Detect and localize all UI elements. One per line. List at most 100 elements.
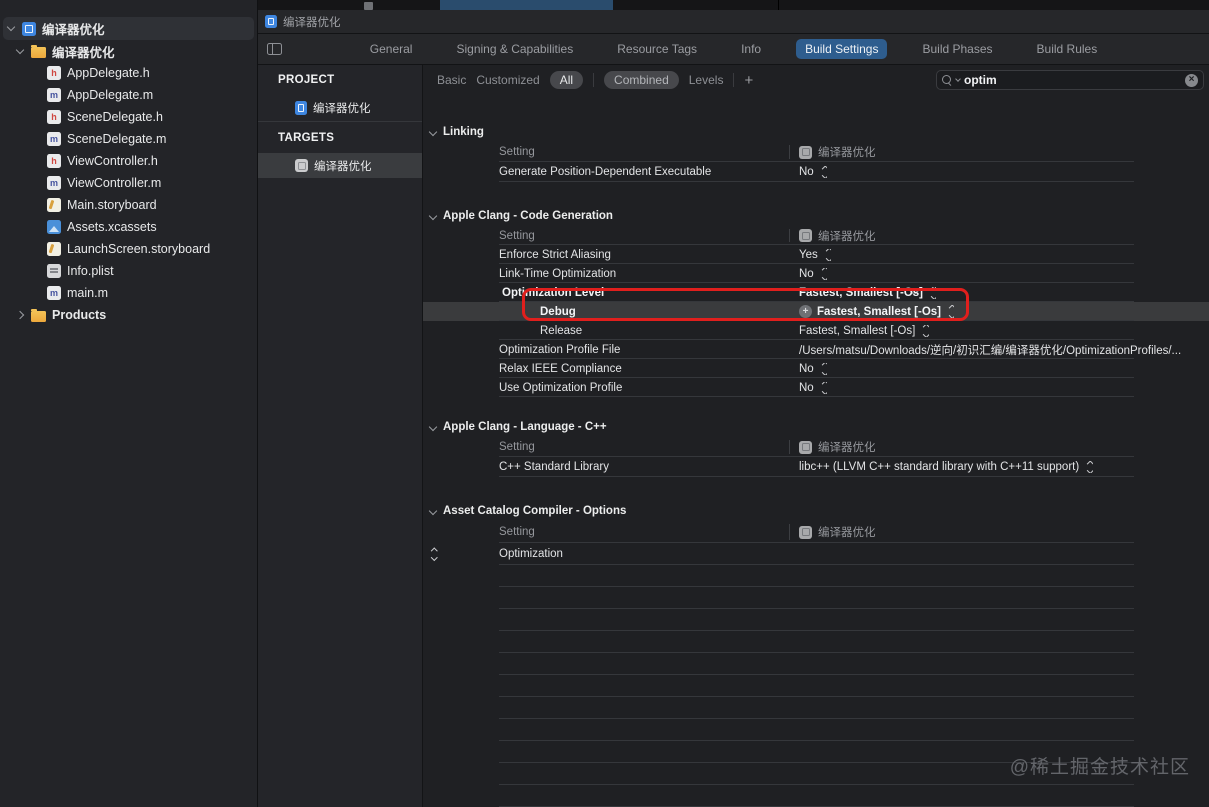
- setting-value[interactable]: Fastest, Smallest [-Os]: [799, 287, 936, 299]
- tab-info[interactable]: Info: [732, 39, 770, 59]
- setting-row[interactable]: Debug +Fastest, Smallest [-Os]: [423, 302, 1209, 321]
- value-stepper-icon[interactable]: [932, 287, 937, 298]
- setting-value[interactable]: +Fastest, Smallest [-Os]: [799, 305, 954, 318]
- file-row-label: AppDelegate.m: [67, 88, 153, 102]
- value-stepper-icon[interactable]: [823, 363, 828, 374]
- panel-toggle-icon[interactable]: [267, 43, 282, 55]
- navigator-project-row[interactable]: 编译器优化: [3, 17, 254, 40]
- setting-value[interactable]: No: [799, 363, 827, 375]
- active-editor-tab[interactable]: [440, 0, 613, 10]
- navigator-file-row[interactable]: mmain.m: [0, 282, 257, 304]
- section-chevron-icon[interactable]: [429, 128, 437, 136]
- setting-value[interactable]: /Users/matsu/Downloads/逆向/初识汇编/编译器优化/Opt…: [799, 342, 1181, 358]
- target-column-header: 编译器优化: [799, 144, 876, 160]
- editor-tab-icon: [364, 2, 373, 10]
- section-header-3[interactable]: Apple Clang - Language - C++: [423, 417, 1209, 437]
- navigator-file-row[interactable]: Main.storyboard: [0, 194, 257, 216]
- tab-resource-tags[interactable]: Resource Tags: [608, 39, 706, 59]
- disclosure-chevron-icon[interactable]: [16, 311, 24, 319]
- file-row-label: SceneDelegate.h: [67, 110, 163, 124]
- value-stepper-icon[interactable]: [823, 268, 828, 279]
- targets-header: TARGETS: [258, 123, 422, 153]
- add-setting-button[interactable]: +: [744, 72, 753, 89]
- setting-value[interactable]: Yes: [799, 249, 831, 261]
- gutter-stepper-icon[interactable]: [432, 549, 437, 560]
- section-header-1[interactable]: Linking: [423, 122, 1209, 142]
- section-chevron-icon[interactable]: [429, 507, 437, 515]
- file-row-label: Info.plist: [67, 264, 114, 278]
- setting-row[interactable]: Release Fastest, Smallest [-Os]: [423, 321, 1209, 340]
- section-header-4[interactable]: Asset Catalog Compiler - Options: [423, 501, 1209, 521]
- value-stepper-icon[interactable]: [950, 306, 955, 317]
- navigator-file-row[interactable]: hSceneDelegate.h: [0, 106, 257, 128]
- value-stepper-icon[interactable]: [823, 382, 828, 393]
- tab-signing-capabilities[interactable]: Signing & Capabilities: [447, 39, 582, 59]
- app-target-icon: [799, 526, 812, 539]
- clear-search-icon[interactable]: ×: [1185, 74, 1198, 87]
- setting-row[interactable]: Optimization: [423, 543, 1209, 565]
- navigator-file-row[interactable]: Info.plist: [0, 260, 257, 282]
- navigator-group-row[interactable]: 编译器优化: [0, 40, 257, 62]
- navigator-file-row[interactable]: hViewController.h: [0, 150, 257, 172]
- navigator-file-row[interactable]: LaunchScreen.storyboard: [0, 238, 257, 260]
- jump-bar[interactable]: 编译器优化: [258, 10, 1209, 34]
- navigator-file-row[interactable]: Assets.xcassets: [0, 216, 257, 238]
- filter-levels[interactable]: Levels: [689, 73, 724, 87]
- tab-build-phases[interactable]: Build Phases: [913, 39, 1001, 59]
- setting-row[interactable]: Link-Time OptimizationNo: [423, 264, 1209, 283]
- file-row-label: ViewController.m: [67, 176, 161, 190]
- tab-build-settings[interactable]: Build Settings: [796, 39, 887, 59]
- setting-value[interactable]: libc++ (LLVM C++ standard library with C…: [799, 461, 1093, 473]
- navigator-file-row[interactable]: m ViewController.m: [0, 172, 257, 194]
- panel-divider: [258, 121, 422, 122]
- setting-row[interactable]: Generate Position-Dependent Executable No: [423, 162, 1209, 182]
- empty-row: [423, 719, 1209, 741]
- project-item[interactable]: 编译器优化: [258, 95, 422, 120]
- navigator-file-row[interactable]: hAppDelegate.h: [0, 62, 257, 84]
- file-row-label: AppDelegate.h: [67, 66, 150, 80]
- setting-name: Generate Position-Dependent Executable: [499, 166, 711, 178]
- value-stepper-icon[interactable]: [1088, 462, 1093, 473]
- m-file-icon: m: [47, 176, 61, 190]
- value-stepper-icon[interactable]: [924, 325, 929, 336]
- setting-row[interactable]: Optimization LevelFastest, Smallest [-Os…: [423, 283, 1209, 302]
- xcodeproj-icon: [295, 101, 307, 115]
- search-input[interactable]: [964, 73, 1185, 87]
- disclosure-chevron-icon[interactable]: [7, 23, 15, 31]
- tab-build-rules[interactable]: Build Rules: [1028, 39, 1107, 59]
- setting-value[interactable]: No: [799, 382, 827, 394]
- plus-circle-icon[interactable]: +: [799, 305, 812, 318]
- setting-row[interactable]: Optimization Profile File/Users/matsu/Do…: [423, 340, 1209, 359]
- setting-row[interactable]: Enforce Strict AliasingYes: [423, 245, 1209, 264]
- setting-value[interactable]: No: [799, 268, 827, 280]
- navigator-file-row[interactable]: mAppDelegate.m: [0, 84, 257, 106]
- setting-column-label: Setting: [499, 526, 535, 538]
- filter-combined[interactable]: Combined: [604, 71, 679, 89]
- disclosure-chevron-icon[interactable]: [16, 45, 24, 53]
- target-item[interactable]: 编译器优化: [258, 153, 422, 178]
- settings-search-field[interactable]: ×: [936, 70, 1204, 90]
- value-stepper-icon[interactable]: [827, 249, 832, 260]
- editor-tabs: General Signing & Capabilities Resource Ta…: [361, 39, 1106, 59]
- section-chevron-icon[interactable]: [429, 212, 437, 220]
- navigator-file-row[interactable]: mSceneDelegate.m: [0, 128, 257, 150]
- setting-name: Debug: [540, 306, 576, 318]
- setting-value[interactable]: No: [799, 166, 827, 178]
- tab-general[interactable]: General: [361, 39, 422, 59]
- setting-value[interactable]: Fastest, Smallest [-Os]: [799, 325, 929, 337]
- filter-basic[interactable]: Basic: [437, 73, 466, 87]
- setting-row[interactable]: Use Optimization ProfileNo: [423, 378, 1209, 397]
- filter-all[interactable]: All: [550, 71, 583, 89]
- setting-name: Release: [540, 325, 582, 337]
- section-header-2[interactable]: Apple Clang - Code Generation: [423, 206, 1209, 226]
- filter-customized[interactable]: Customized: [476, 73, 539, 87]
- section-chevron-icon[interactable]: [429, 423, 437, 431]
- setting-row[interactable]: C++ Standard Librarylibc++ (LLVM C++ sta…: [423, 457, 1209, 477]
- filter-divider: [733, 73, 734, 87]
- section-title: Linking: [443, 126, 484, 138]
- search-scope-chevron-icon[interactable]: [955, 76, 961, 82]
- setting-row[interactable]: Relax IEEE ComplianceNo: [423, 359, 1209, 378]
- products-row-label: Products: [52, 308, 106, 322]
- navigator-products-row[interactable]: Products: [0, 304, 257, 326]
- value-stepper-icon[interactable]: [823, 167, 828, 178]
